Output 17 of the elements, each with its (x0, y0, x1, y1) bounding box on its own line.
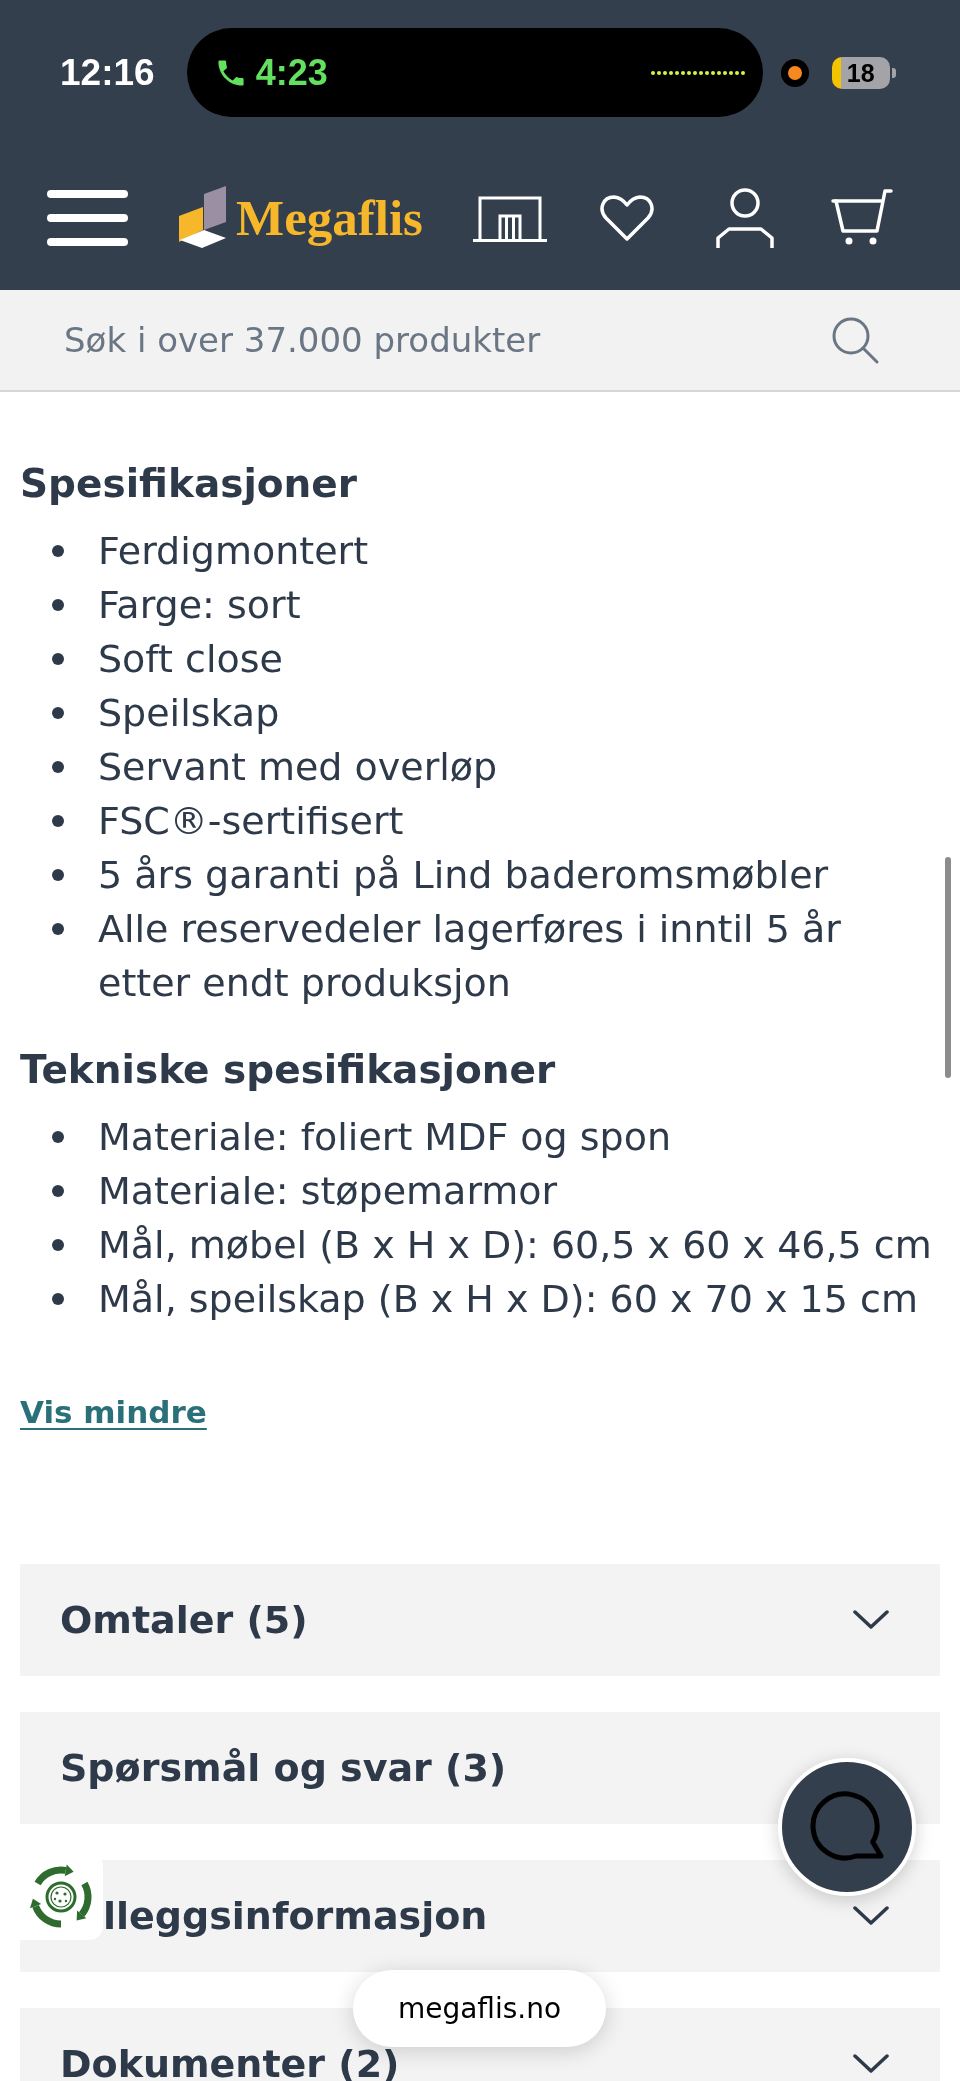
spec-item: 5 års garanti på Lind baderomsmøbler (98, 852, 829, 899)
status-time: 12:16 (60, 50, 155, 95)
spec-item: Soft close (98, 636, 283, 683)
spec-item: Farge: sort (98, 582, 301, 629)
spec-item: Materiale: støpemarmor (98, 1168, 558, 1215)
spec-item: Mål, speilskap (B x H x D): 60 x 70 x 15 cm (98, 1276, 918, 1323)
spec-item: Alle reservedeler lagerføres i inntil 5 år etter endt produksjon (98, 906, 842, 1007)
spec-item: Servant med overløp (98, 744, 498, 791)
spec-item: Speilskap (98, 690, 280, 737)
spec-item: FSC®-sertifisert (98, 798, 404, 845)
section-heading: Tekniske spesifikasjoner (20, 1047, 557, 1093)
battery-indicator: 18 (831, 56, 896, 89)
spec-item: Ferdigmontert (98, 528, 369, 575)
spec-item: Mål, møbel (B x H x D): 60,5 x 60 x 46,5 cm (98, 1222, 932, 1269)
call-timer: 4:23 (255, 50, 328, 95)
section-heading: Spesifikasjoner (20, 461, 359, 507)
spec-item: Materiale: foliert MDF og spon (98, 1114, 672, 1161)
